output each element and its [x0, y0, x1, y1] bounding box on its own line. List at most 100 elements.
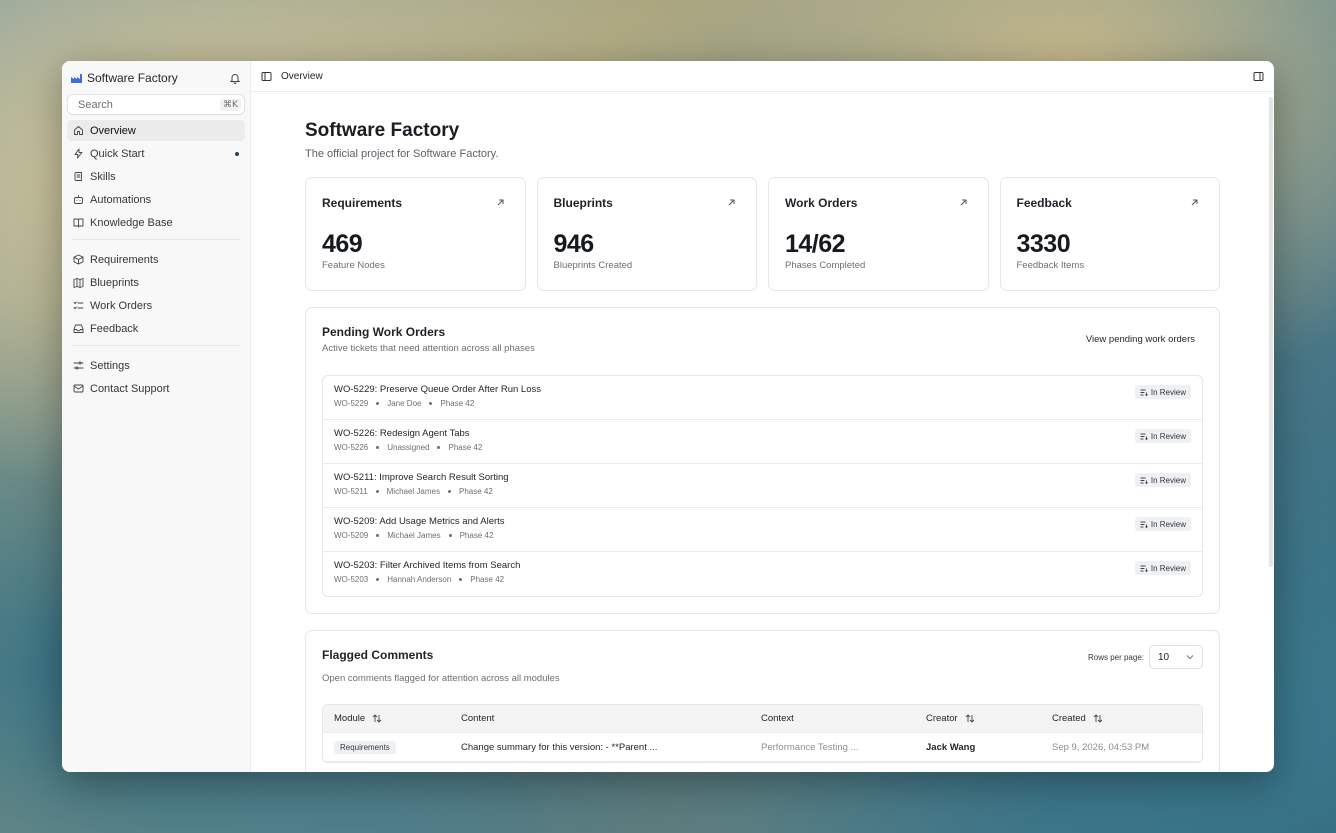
topbar: Overview	[251, 61, 1274, 92]
rows-per-page-select[interactable]: 10	[1149, 645, 1203, 669]
sidebar-item-label: Skills	[90, 170, 116, 183]
bell-icon[interactable]	[229, 72, 241, 84]
work-order-meta: WO-5229 Jane Doe Phase 42	[334, 399, 1191, 408]
flagged-comments-table: Module Content Context Creator Created Requir…	[322, 704, 1203, 763]
module-badge: Requirements	[334, 740, 396, 754]
page-content: Software Factory The official project fo…	[251, 92, 1274, 772]
status-label: In Review	[1150, 387, 1186, 397]
status-badge: In Review	[1134, 473, 1191, 487]
work-order-meta: WO-5211 Michael James Phase 42	[334, 487, 1191, 496]
main-area: Overview Software Factory The official p…	[251, 61, 1274, 772]
brand[interactable]: Software Factory	[67, 69, 245, 87]
sort-icon[interactable]	[372, 714, 382, 723]
stat-value: 14/62	[785, 230, 846, 258]
sort-icon[interactable]	[1093, 714, 1103, 723]
arrow-up-right-icon[interactable]	[1190, 198, 1199, 207]
card-title: Pending Work Orders	[322, 325, 446, 339]
work-order-row[interactable]: WO-5226: Redesign Agent Tabs WO-5226 Unass…	[323, 420, 1202, 464]
sidebar-item-overview[interactable]: Overview	[67, 120, 245, 141]
status-label: In Review	[1150, 431, 1186, 441]
stat-value: 469	[322, 230, 363, 258]
column-label: Created	[1052, 713, 1086, 724]
flagged-comments-card: Flagged Comments Open comments flagged f…	[305, 630, 1220, 772]
sidebar-item-blueprints[interactable]: Blueprints	[67, 272, 245, 293]
column-header-content: Content	[450, 713, 750, 724]
search-box[interactable]: ⌘K	[67, 94, 245, 115]
map-icon	[73, 278, 84, 288]
sidebar-item-label: Requirements	[90, 253, 159, 266]
work-order-id: WO-5229	[334, 399, 369, 408]
sidebar-item-knowledge-base[interactable]: Knowledge Base	[67, 212, 245, 233]
work-order-meta: WO-5209 Michael James Phase 42	[334, 531, 1191, 540]
nav-separator	[71, 239, 241, 240]
search-shortcut: ⌘K	[220, 98, 241, 111]
sort-icon[interactable]	[965, 714, 975, 723]
column-header-creator[interactable]: Creator	[915, 713, 1041, 724]
sidebar-toggle-icon[interactable]	[261, 71, 272, 82]
sidebar-item-requirements[interactable]: Requirements	[67, 249, 245, 270]
card-subtitle: Open comments flagged for attention acro…	[322, 673, 560, 684]
list-filter-icon	[1140, 433, 1148, 440]
work-order-row[interactable]: WO-5229: Preserve Queue Order After Run …	[323, 376, 1202, 420]
sidebar-item-contact-support[interactable]: Contact Support	[67, 378, 245, 399]
notification-dot	[235, 151, 239, 156]
work-order-row[interactable]: WO-5211: Improve Search Result Sorting WO…	[323, 464, 1202, 508]
work-order-assignee: Michael James	[386, 487, 440, 496]
work-order-assignee: Unassigned	[387, 443, 430, 452]
scrollbar[interactable]	[1269, 97, 1273, 567]
stat-card-requirements[interactable]: Requirements 469 Feature Nodes	[305, 177, 526, 291]
sidebar-item-quick-start[interactable]: Quick Start	[67, 143, 245, 164]
bolt-icon	[74, 148, 83, 159]
sidebar: Software Factory ⌘K Overview Quick Start S…	[62, 61, 251, 772]
stat-cards: Requirements 469 Feature Nodes Blueprints 94…	[305, 177, 1220, 291]
work-order-phase: Phase 42	[459, 487, 493, 496]
sidebar-item-feedback[interactable]: Feedback	[67, 318, 245, 339]
sidebar-item-label: Work Orders	[90, 299, 153, 312]
column-header-context: Context	[750, 713, 915, 724]
view-pending-link[interactable]: View pending work orders	[1086, 334, 1195, 345]
work-order-row[interactable]: WO-5203: Filter Archived Items from Sear…	[323, 552, 1202, 596]
comment-context: Performance Testing ...	[761, 741, 859, 753]
stat-card-feedback[interactable]: Feedback 3330 Feedback Items	[999, 177, 1220, 291]
search-input[interactable]	[78, 98, 220, 111]
stat-label: Phases Completed	[785, 260, 866, 271]
scroll-icon	[74, 172, 82, 181]
sidebar-item-skills[interactable]: Skills	[67, 166, 245, 187]
work-order-id: WO-5226	[334, 443, 369, 452]
status-badge: In Review	[1134, 517, 1191, 531]
mail-icon	[73, 384, 84, 393]
chevron-down-icon	[1186, 655, 1194, 660]
work-order-id: WO-5211	[334, 487, 368, 496]
status-badge: In Review	[1134, 385, 1191, 399]
nav-separator	[71, 345, 241, 346]
work-order-id: WO-5209	[334, 531, 369, 540]
stat-label: Blueprints Created	[553, 260, 633, 271]
arrow-up-right-icon[interactable]	[959, 198, 968, 207]
sidebar-item-work-orders[interactable]: Work Orders	[67, 295, 245, 316]
sidebar-item-label: Overview	[90, 124, 136, 137]
comment-content: Change summary for this version: - **Par…	[461, 741, 658, 753]
column-header-created[interactable]: Created	[1041, 713, 1202, 724]
factory-logo-icon	[71, 73, 82, 83]
stat-card-blueprints[interactable]: Blueprints 946 Blueprints Created	[536, 177, 757, 291]
list-filter-icon	[1140, 389, 1148, 396]
status-label: In Review	[1150, 519, 1186, 529]
panel-toggle-icon[interactable]	[1253, 71, 1264, 82]
arrow-up-right-icon[interactable]	[727, 198, 736, 207]
sidebar-item-automations[interactable]: Automations	[67, 189, 245, 210]
work-order-phase: Phase 42	[470, 575, 505, 584]
work-order-title: WO-5229: Preserve Queue Order After Run …	[334, 384, 541, 395]
brand-name: Software Factory	[87, 71, 178, 85]
stat-card-work-orders[interactable]: Work Orders 14/62 Phases Completed	[768, 177, 989, 291]
box-icon	[73, 254, 84, 265]
arrow-up-right-icon[interactable]	[496, 198, 505, 207]
sidebar-item-settings[interactable]: Settings	[67, 355, 245, 376]
work-order-title: WO-5211: Improve Search Result Sorting	[334, 472, 509, 483]
page-title: Software Factory	[305, 120, 460, 141]
rows-per-page: Rows per page: 10	[1088, 645, 1203, 669]
list-checks-icon	[73, 301, 84, 309]
table-row[interactable]: Requirements Change summary for this vers…	[323, 733, 1202, 762]
stat-label: Feature Nodes	[322, 260, 385, 271]
work-order-row[interactable]: WO-5209: Add Usage Metrics and Alerts WO-…	[323, 508, 1202, 552]
column-header-module[interactable]: Module	[323, 713, 450, 724]
